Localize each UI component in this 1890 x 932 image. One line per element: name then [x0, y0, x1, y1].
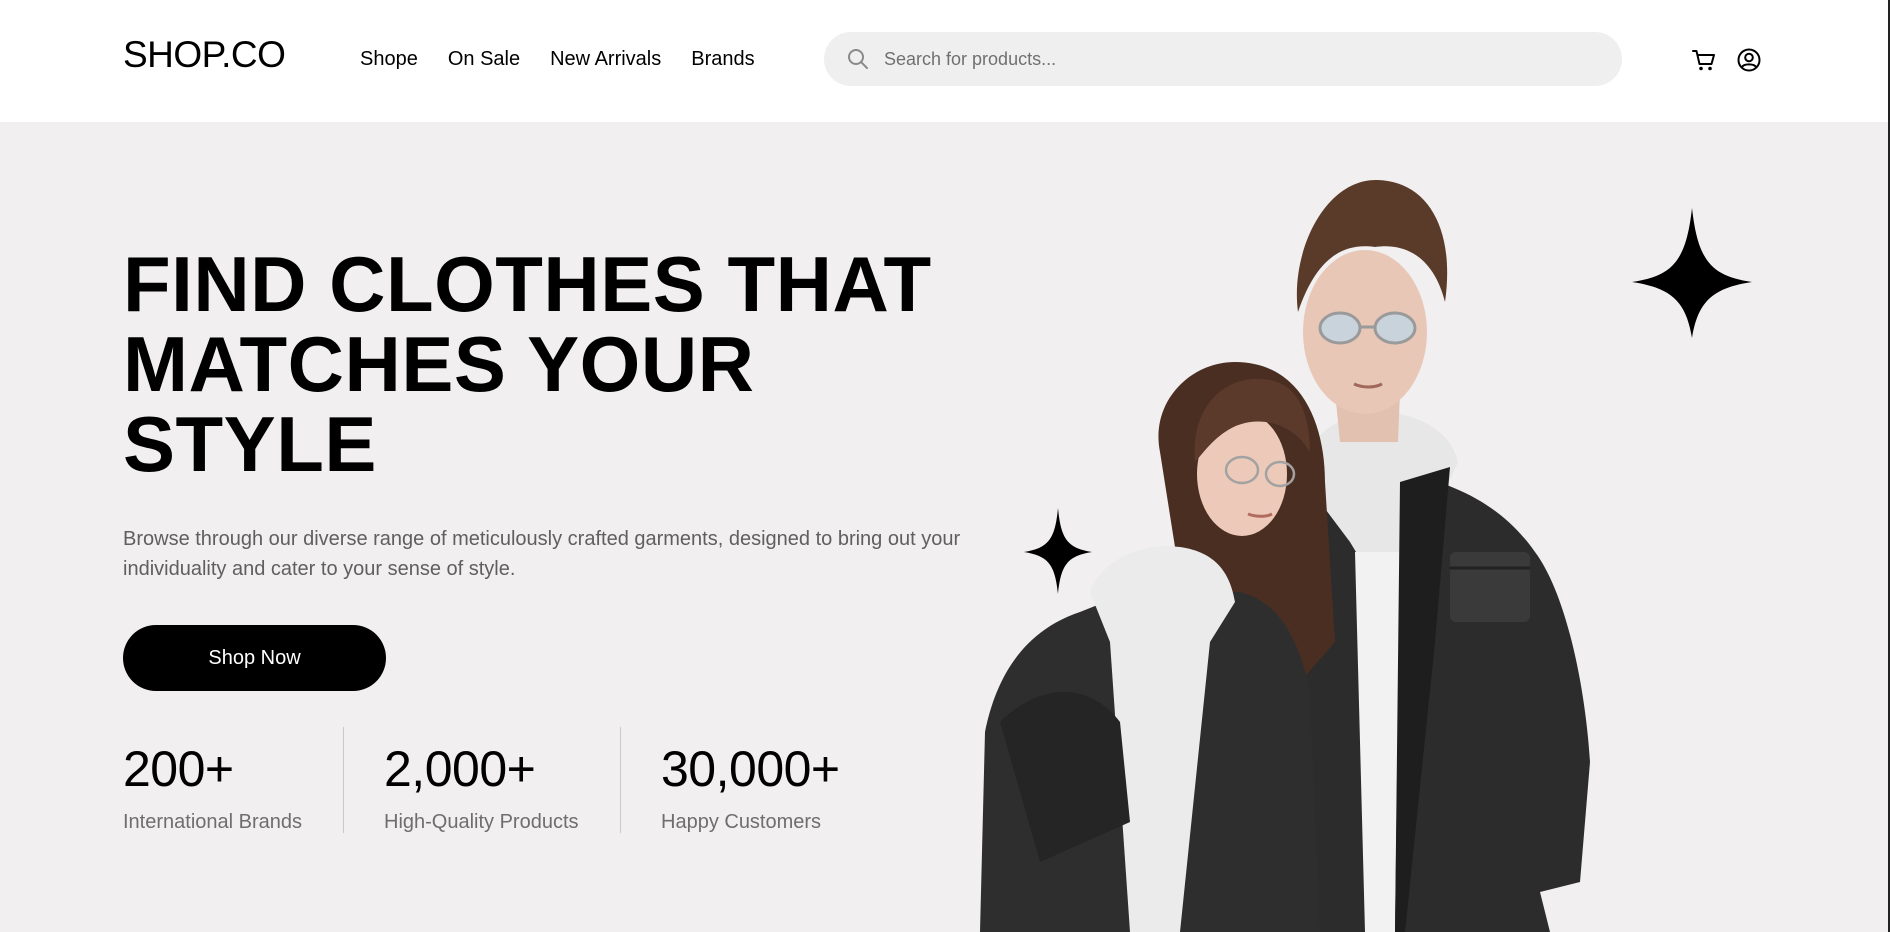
hero-image	[980, 122, 1890, 932]
search-input[interactable]	[884, 48, 1584, 70]
hero-description: Browse through our diverse range of meti…	[123, 528, 961, 580]
stat-value: 2,000+	[384, 741, 536, 797]
woman-figure	[980, 362, 1335, 932]
nav-link-brands[interactable]: Brands	[691, 48, 754, 71]
stat-label: Happy Customers	[661, 811, 822, 833]
headline-line: MATCHES YOUR	[123, 320, 755, 408]
nav-link-shop[interactable]: Shope	[360, 48, 418, 71]
account-icon[interactable]	[1735, 46, 1763, 74]
sparkle-large-icon	[1632, 208, 1752, 338]
nav-link-new-arrivals[interactable]: New Arrivals	[550, 48, 661, 71]
stats-row: 200+ International Brands 2,000+ High-Qu…	[123, 727, 851, 833]
stat-label: International Brands	[123, 811, 303, 833]
site-header: SHOP.CO Shope On Sale New Arrivals Brand…	[0, 0, 1890, 122]
stat-customers: 30,000+ Happy Customers	[621, 727, 851, 833]
stat-brands: 200+ International Brands	[123, 727, 343, 833]
shop-now-button[interactable]: Shop Now	[123, 625, 386, 691]
hero-section: FIND CLOTHES THAT MATCHES YOUR STYLE Bro…	[0, 122, 1890, 932]
nav-link-on-sale[interactable]: On Sale	[448, 48, 520, 71]
search-icon	[844, 45, 872, 73]
cart-icon[interactable]	[1690, 46, 1718, 74]
hero-headline: FIND CLOTHES THAT MATCHES YOUR STYLE	[123, 244, 932, 484]
main-nav: Shope On Sale New Arrivals Brands	[360, 48, 785, 71]
sparkle-small-icon	[1024, 508, 1092, 594]
headline-line: FIND CLOTHES THAT	[123, 240, 932, 328]
stat-value: 30,000+	[661, 741, 840, 797]
logo[interactable]: SHOP.CO	[123, 34, 286, 76]
stat-label: High-Quality Products	[384, 811, 579, 833]
search-bar[interactable]	[824, 32, 1622, 86]
headline-line: STYLE	[123, 400, 377, 488]
stat-value: 200+	[123, 741, 234, 797]
stat-products: 2,000+ High-Quality Products	[344, 727, 620, 833]
